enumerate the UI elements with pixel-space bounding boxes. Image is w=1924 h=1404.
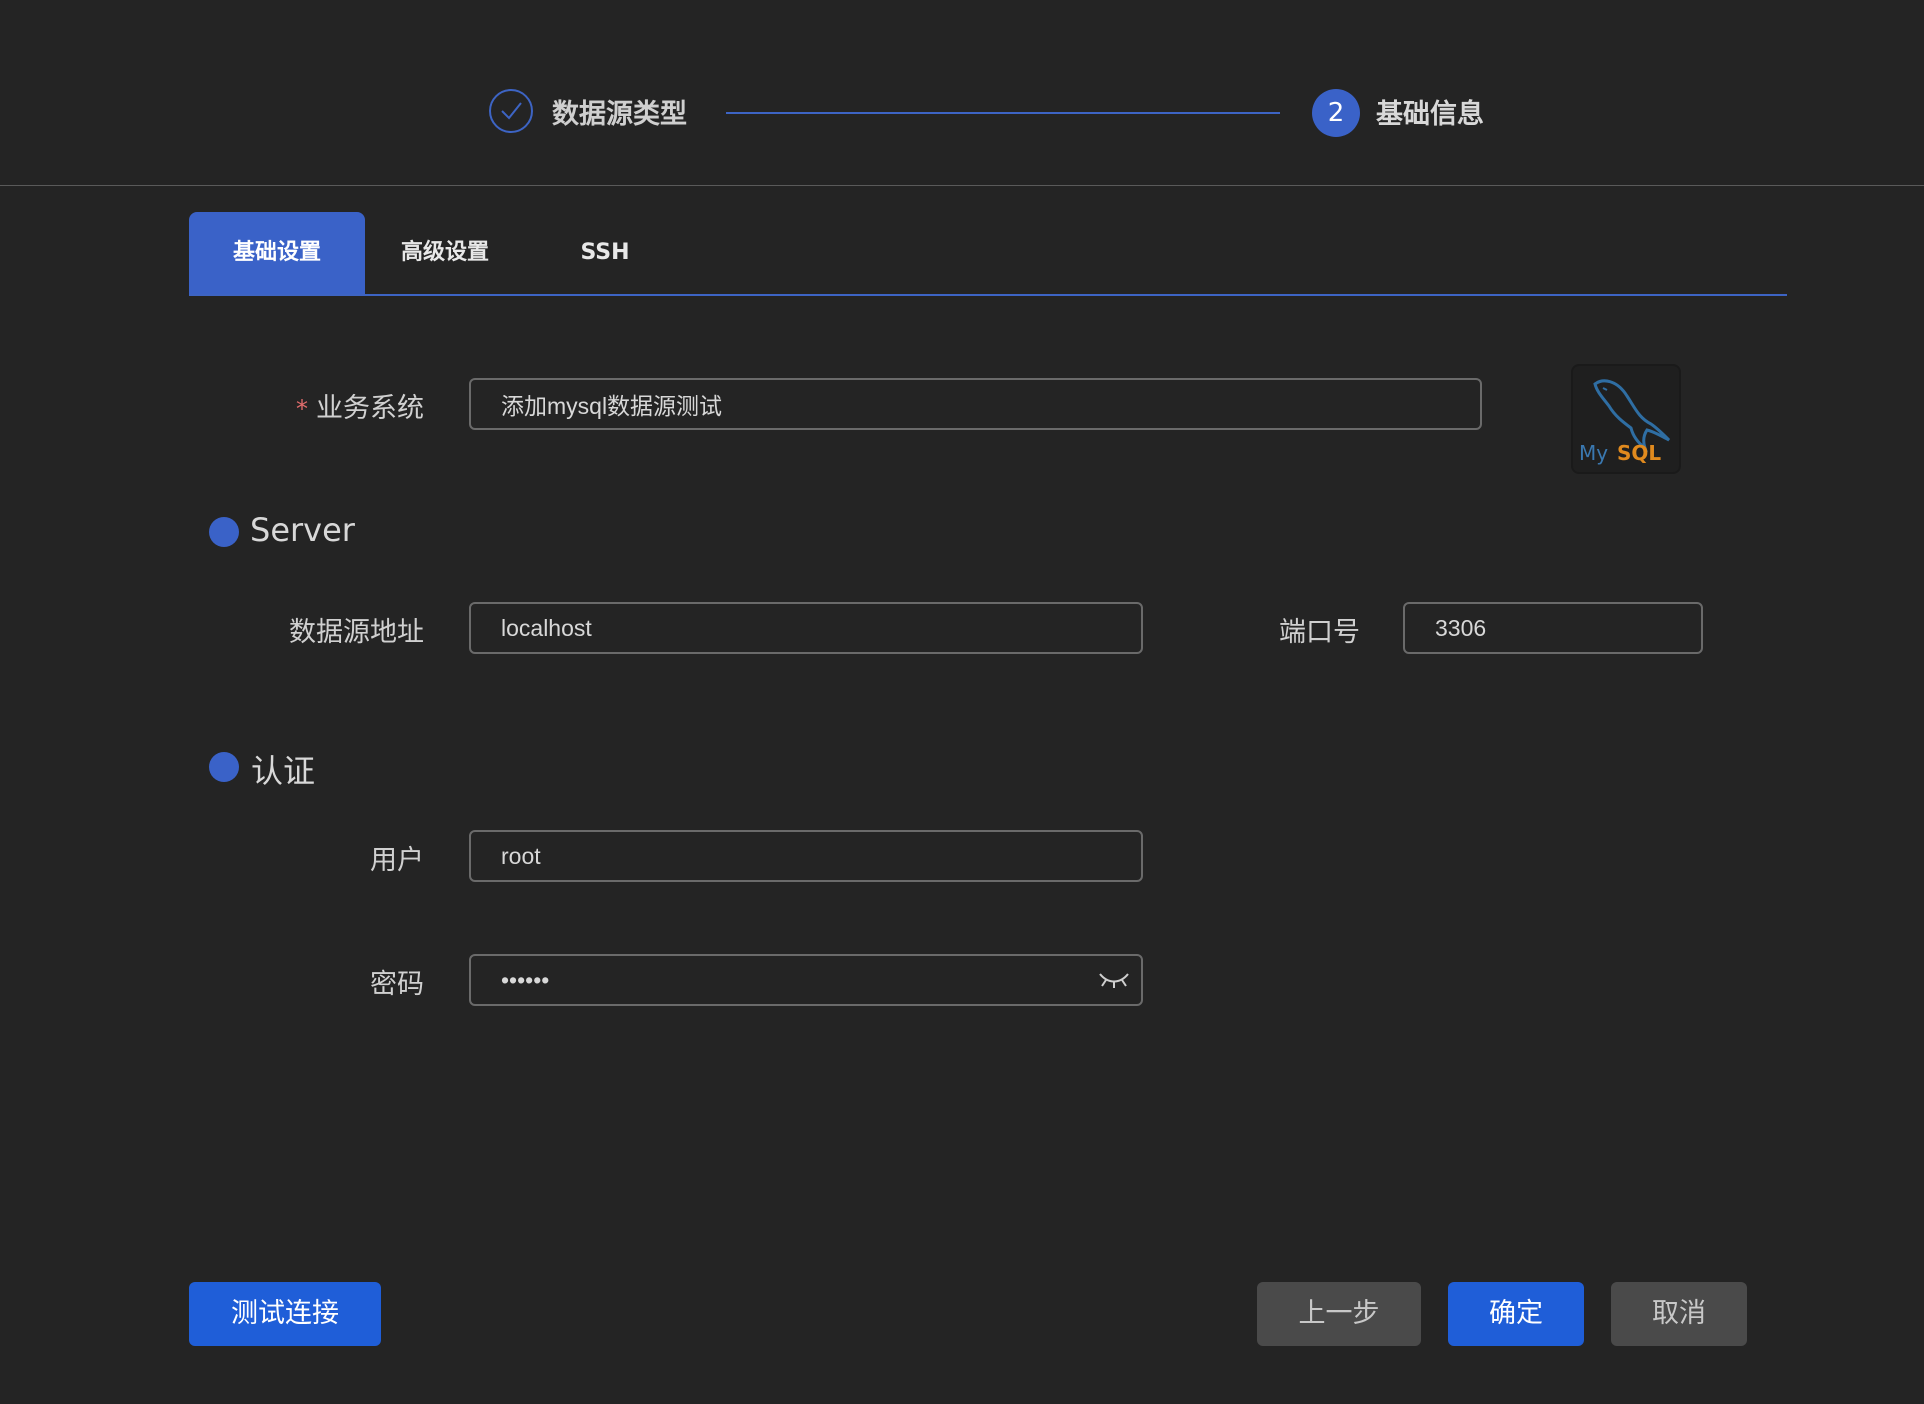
user-input[interactable] bbox=[469, 830, 1143, 882]
step-connector-line bbox=[726, 112, 1280, 114]
port-label: 端口号 bbox=[1279, 617, 1360, 648]
server-section-dot bbox=[209, 517, 239, 547]
step-indicator: 数据源类型 2 基础信息 bbox=[0, 0, 1924, 186]
auth-section-dot bbox=[209, 752, 239, 782]
user-label: 用户 bbox=[370, 845, 424, 876]
eye-closed-icon[interactable] bbox=[1098, 968, 1130, 996]
test-connection-button[interactable]: 测试连接 bbox=[189, 1282, 381, 1346]
password-label: 密码 bbox=[370, 969, 424, 1000]
tab-ssh[interactable]: SSH bbox=[565, 212, 645, 294]
confirm-button[interactable]: 确定 bbox=[1448, 1282, 1584, 1346]
tab-advanced-settings[interactable]: 高级设置 bbox=[375, 212, 515, 294]
required-mark: * bbox=[296, 395, 308, 423]
password-input[interactable] bbox=[469, 954, 1143, 1006]
cancel-button[interactable]: 取消 bbox=[1611, 1282, 1747, 1346]
auth-section-title: 认证 bbox=[251, 752, 316, 790]
mysql-logo-text-sql: SQL bbox=[1617, 441, 1661, 465]
mysql-logo-icon: My SQL bbox=[1571, 364, 1681, 474]
previous-step-button[interactable]: 上一步 bbox=[1257, 1282, 1421, 1346]
step-1-label: 数据源类型 bbox=[552, 99, 687, 130]
check-circle-icon bbox=[489, 89, 533, 133]
host-input[interactable] bbox=[469, 602, 1143, 654]
tab-basic-settings[interactable]: 基础设置 bbox=[189, 212, 365, 294]
business-system-label-text: 业务系统 bbox=[316, 393, 424, 424]
mysql-logo-text-my: My bbox=[1579, 441, 1608, 465]
datasource-wizard: 数据源类型 2 基础信息 基础设置 高级设置 SSH *业务系统 My SQL … bbox=[0, 0, 1924, 1404]
business-system-input[interactable] bbox=[469, 378, 1482, 430]
step-2-number-badge: 2 bbox=[1312, 89, 1360, 137]
settings-tabs: 基础设置 高级设置 SSH bbox=[189, 212, 1787, 296]
host-label: 数据源地址 bbox=[289, 617, 424, 648]
business-system-label: * 业务系统 bbox=[240, 386, 424, 425]
server-section-title: Server bbox=[250, 511, 355, 549]
port-input[interactable] bbox=[1403, 602, 1703, 654]
step-2-label: 基础信息 bbox=[1376, 99, 1484, 130]
